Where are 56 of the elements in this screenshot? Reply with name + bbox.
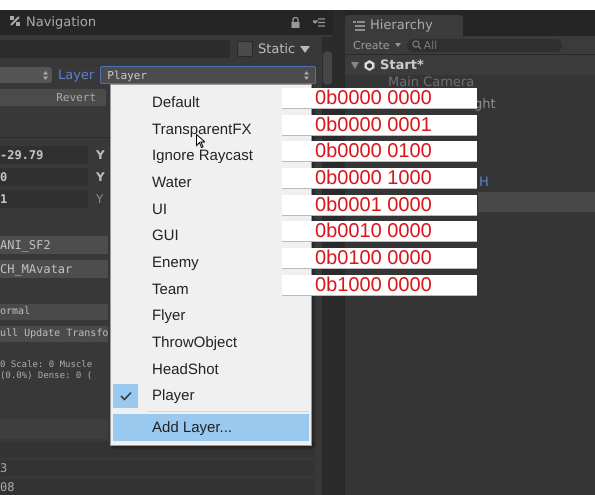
static-checkbox[interactable] — [237, 41, 253, 58]
text-field[interactable]: 3 — [0, 460, 315, 476]
menu-item[interactable]: Team — [113, 276, 281, 302]
create-button[interactable]: Create — [353, 38, 401, 52]
dropdown-field[interactable]: ull Update Transfo — [0, 326, 108, 342]
menu-item[interactable]: Ignore Raycast — [113, 142, 281, 170]
annotation-label: 0b0010 0000 — [282, 221, 477, 242]
revert-button[interactable]: Revert — [0, 89, 106, 106]
dropdown-field[interactable]: ormal — [0, 304, 108, 320]
lock-icon[interactable] — [291, 17, 300, 28]
list-icon — [353, 20, 365, 30]
expand-arrow-icon[interactable] — [351, 62, 359, 68]
menu-item[interactable]: Add Layer... — [113, 414, 309, 441]
menu-item[interactable]: HeadShot — [113, 356, 281, 383]
menu-item[interactable]: Enemy — [113, 249, 281, 276]
panel-tab[interactable]: Navigation — [26, 15, 96, 30]
annotation-label: 0b0000 0000 — [282, 88, 477, 109]
layer-value: Player — [107, 68, 147, 82]
annotation-label: 0b0000 1000 — [282, 168, 477, 190]
updown-icon — [43, 70, 48, 80]
number-field[interactable]: 1 — [0, 190, 88, 208]
dropdown-arrow-icon[interactable] — [300, 46, 310, 53]
caret-icon — [394, 43, 401, 48]
menu-item[interactable]: GUI — [113, 222, 281, 250]
scroll-thumb[interactable] — [323, 51, 332, 85]
annotation-label: 0b0000 0001 — [282, 114, 477, 136]
tag-dropdown[interactable] — [0, 67, 52, 84]
menu-item[interactable]: TransparentFX — [113, 116, 281, 142]
menu-item[interactable]: Default — [113, 89, 281, 116]
axis-label: Y — [96, 148, 105, 162]
info-text: (0.0%) Dense: 0 ( — [0, 371, 94, 381]
menu-item[interactable]: UI — [113, 196, 281, 222]
info-text: 0 Scale: 0 Muscle — [0, 360, 94, 370]
annotation-label: 0b1000 0000 — [282, 274, 477, 296]
annotation-label: 0b0000 0100 — [282, 141, 477, 162]
menu-item[interactable]: Water — [113, 169, 281, 196]
search-icon — [412, 40, 422, 50]
updown-icon — [304, 70, 309, 80]
number-field[interactable]: -29.79 — [0, 146, 88, 164]
menu-item[interactable]: ThrowObject — [113, 329, 281, 356]
menu-item[interactable]: Flyer — [113, 302, 281, 330]
axis-label: Y — [96, 170, 105, 184]
layer-label: Layer — [58, 68, 94, 83]
object-field[interactable]: ANI_SF2 — [0, 236, 108, 254]
text-field[interactable]: 08 — [0, 479, 315, 495]
static-label: Static — [258, 42, 296, 57]
number-field[interactable]: 0 — [0, 168, 88, 186]
axis-label: Y — [96, 192, 104, 206]
scene-name: Start* — [380, 58, 424, 72]
annotation-label: 0b0100 0000 — [282, 248, 477, 270]
layer-dropdown[interactable]: Player — [100, 66, 316, 84]
menu-item[interactable]: Player — [113, 382, 281, 410]
object-field[interactable]: CH_MAvatar — [0, 260, 108, 278]
menu-icon[interactable] — [313, 18, 325, 27]
annotation-label: 0b0001 0000 — [282, 194, 477, 216]
panel-tab[interactable]: Hierarchy — [345, 15, 463, 36]
